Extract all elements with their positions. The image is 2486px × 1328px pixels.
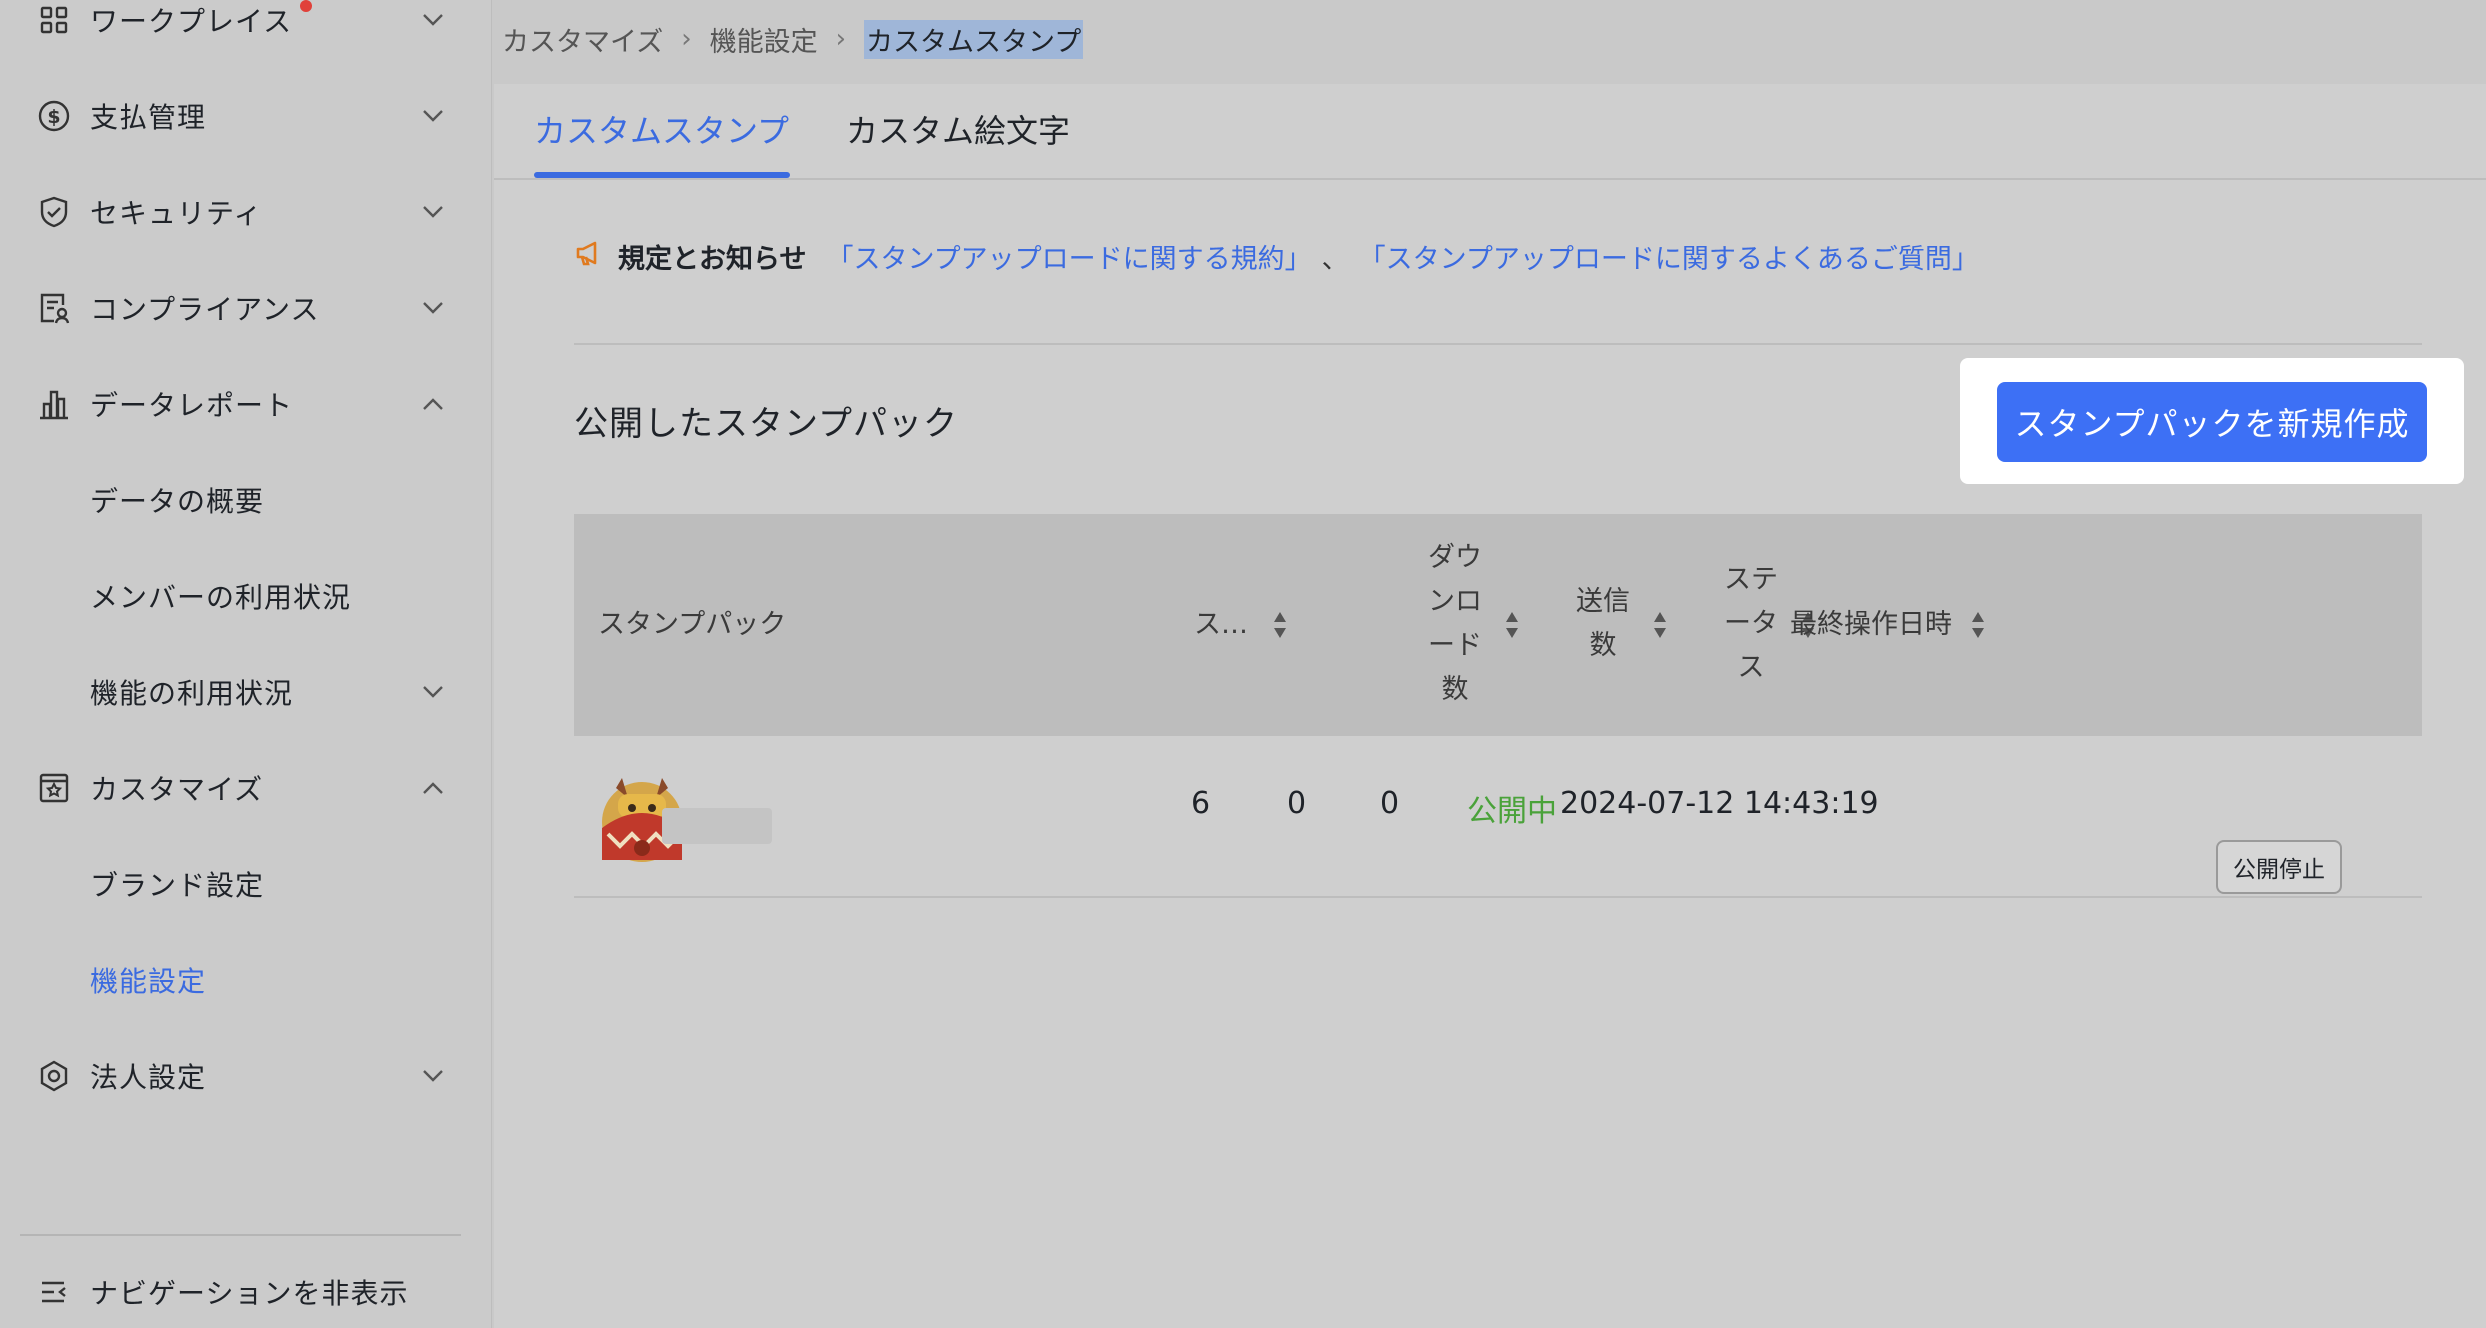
stamp-upload-terms-link[interactable]: 「スタンプアップロードに関する規約」 [826, 237, 1311, 276]
unpublish-button[interactable]: 公開停止 [2216, 840, 2342, 894]
table-row[interactable]: 6 0 0 公開中 2024-07-12 14:43:19 公開停止 [574, 736, 2422, 898]
sidebar-item-compliance[interactable]: コンプライアンス [0, 268, 492, 348]
sidebar-item-corporate-settings[interactable]: 法人設定 [0, 1036, 492, 1116]
chevron-right-icon: › [681, 24, 692, 54]
megaphone-icon [574, 239, 604, 274]
sidebar-item-workplace[interactable]: ワークプレイス [0, 0, 492, 60]
column-header-sent[interactable]: 送信数 [1574, 580, 1632, 668]
sidebar-item-data-report[interactable]: データレポート [0, 364, 492, 444]
divider [574, 343, 2422, 345]
tab-bar: カスタムスタンプ カスタム絵文字 [494, 84, 2486, 180]
chevron-down-icon [418, 677, 448, 707]
chevron-down-icon [418, 293, 448, 323]
sidebar-item-label: 機能設定 [90, 965, 207, 998]
dollar-circle-icon: $ [36, 98, 72, 134]
sort-icon[interactable] [1272, 610, 1288, 640]
main-content: カスタムスタンプ カスタム絵文字 規定とお知らせ 「スタンプアップロードに関する… [494, 84, 2486, 1328]
sidebar-item-label: コンプライアンス [90, 293, 320, 326]
sidebar-item-label: セキュリティ [90, 197, 263, 230]
create-stamp-pack-button[interactable]: スタンプパックを新規作成 [1997, 382, 2427, 462]
sidebar-divider [20, 1234, 461, 1236]
sidebar-item-label: 支払管理 [90, 101, 207, 134]
sidebar: ワークプレイス $ 支払管理 セキュリティ コンプライアンス データレポート デ… [0, 0, 492, 1328]
chevron-down-icon [418, 197, 448, 227]
stamp-pack-name-redacted [662, 808, 772, 844]
hide-navigation-button[interactable]: ナビゲーションを非表示 [0, 1252, 492, 1328]
last-updated: 2024-07-12 14:43:19 [1560, 786, 1879, 821]
sort-icon[interactable] [1970, 610, 1986, 640]
sidebar-item-label: ブランド設定 [90, 869, 265, 902]
column-header-downloads[interactable]: ダウンロード数 [1426, 536, 1484, 712]
column-header-status[interactable]: ステータス [1722, 558, 1780, 690]
sidebar-item-member-usage[interactable]: メンバーの利用状況 [0, 556, 492, 636]
sidebar-item-label: 法人設定 [90, 1061, 207, 1094]
bar-chart-icon [36, 386, 72, 422]
tab-custom-stamp[interactable]: カスタムスタンプ [534, 106, 789, 152]
sidebar-item-customize[interactable]: カスタマイズ [0, 748, 492, 828]
sort-icon[interactable] [1652, 610, 1668, 640]
column-header-stamps[interactable]: ス… [1194, 603, 1248, 647]
sidebar-item-security[interactable]: セキュリティ [0, 172, 492, 252]
chevron-right-icon: › [835, 24, 847, 54]
sidebar-item-brand-settings[interactable]: ブランド設定 [0, 844, 492, 924]
breadcrumb-item-feature-settings[interactable]: 機能設定 [710, 20, 818, 59]
svg-text:$: $ [47, 106, 60, 128]
star-box-icon [36, 770, 72, 806]
breadcrumb: カスタマイズ › 機能設定 › カスタムスタンプ [502, 14, 1084, 64]
chevron-down-icon [418, 5, 448, 35]
sidebar-item-payment[interactable]: $ 支払管理 [0, 76, 492, 156]
document-user-icon [36, 290, 72, 326]
breadcrumb-item-current: カスタムスタンプ [864, 19, 1084, 59]
active-tab-indicator [534, 172, 790, 178]
sidebar-item-feature-settings[interactable]: 機能設定 [0, 940, 492, 1020]
sort-icon[interactable] [1504, 610, 1520, 640]
chevron-down-icon [418, 101, 448, 131]
sidebar-item-label: カスタマイズ [90, 773, 264, 806]
section-title: 公開したスタンプパック [574, 404, 958, 444]
sidebar-item-label: データレポート [90, 389, 294, 422]
notice-title: 規定とお知らせ [618, 243, 807, 275]
collapse-menu-icon [36, 1274, 72, 1310]
notice-separator: 、 [1321, 243, 1349, 275]
notice-bar: 規定とお知らせ 「スタンプアップロードに関する規約」 、 「スタンプアップロード… [574, 234, 1979, 278]
sidebar-item-feature-usage[interactable]: 機能の利用状況 [0, 652, 492, 732]
shield-check-icon [36, 194, 72, 230]
chevron-up-icon [418, 389, 448, 419]
chevron-up-icon [418, 773, 448, 803]
grid-icon [36, 2, 72, 38]
table-header: スタンプパック ス… ダウンロード数 送信数 ステータス 最終操作日時 [574, 514, 2422, 736]
column-header-stamp-pack: スタンプパック [598, 609, 787, 640]
sent-count: 0 [1380, 786, 1400, 821]
breadcrumb-item-customize[interactable]: カスタマイズ [502, 20, 663, 59]
sidebar-item-label: 機能の利用状況 [90, 677, 294, 710]
hexagon-gear-icon [36, 1058, 72, 1094]
chevron-down-icon [418, 1061, 448, 1091]
tab-custom-emoji[interactable]: カスタム絵文字 [846, 106, 1070, 152]
sidebar-item-label: データの概要 [90, 485, 265, 518]
status-badge: 公開中 [1467, 794, 1557, 829]
column-header-last-updated[interactable]: 最終操作日時 [1790, 603, 1952, 647]
sidebar-item-label: ワークプレイス [90, 5, 293, 38]
notification-dot [300, 0, 312, 12]
stamp-count: 6 [1191, 786, 1211, 821]
download-count: 0 [1287, 786, 1307, 821]
hide-navigation-label: ナビゲーションを非表示 [90, 1277, 409, 1310]
sidebar-item-label: メンバーの利用状況 [90, 581, 352, 614]
sidebar-item-data-overview[interactable]: データの概要 [0, 460, 492, 540]
stamp-upload-faq-link[interactable]: 「スタンプアップロードに関するよくあるご質問」 [1359, 237, 1979, 276]
